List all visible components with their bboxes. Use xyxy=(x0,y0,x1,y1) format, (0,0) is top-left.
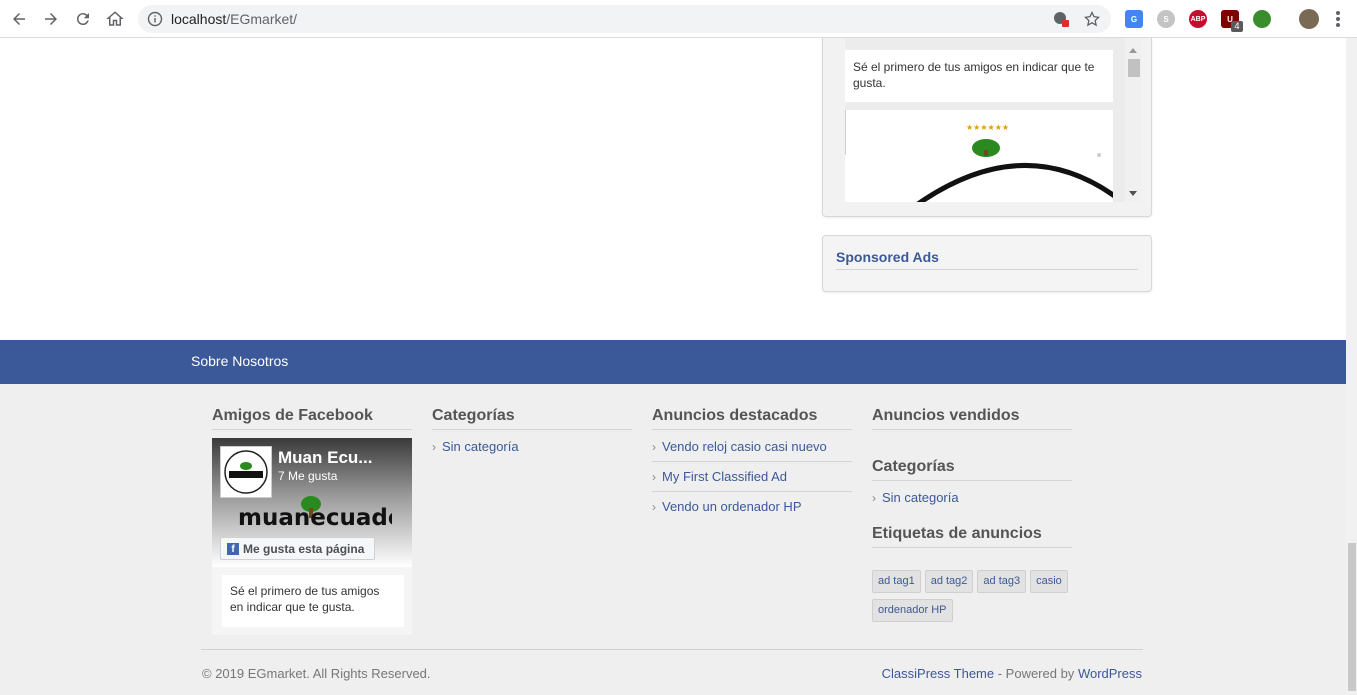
category-link[interactable]: › Sin categoría xyxy=(432,432,632,462)
tag-link[interactable]: ad tag2 xyxy=(924,570,974,593)
facebook-post-image: ★★★★★★ xyxy=(845,110,1113,202)
cover-logo: muanecuador xyxy=(238,496,392,528)
address-bar[interactable]: localhost/EGmarket/ xyxy=(138,5,1111,33)
browser-toolbar: localhost/EGmarket/ G S ABP U 4 xyxy=(0,0,1357,38)
featured-ad-link[interactable]: › Vendo reloj casio casi nuevo xyxy=(652,432,852,462)
back-icon[interactable] xyxy=(7,7,31,31)
like-page-button[interactable]: f Me gusta esta página xyxy=(220,537,375,560)
skype-icon[interactable]: S xyxy=(1157,10,1175,28)
google-translate-icon[interactable]: G xyxy=(1125,10,1143,28)
svg-text:★★★★★★: ★★★★★★ xyxy=(966,123,1009,132)
profile-avatar-icon[interactable] xyxy=(1299,9,1319,29)
tag-cloud: ad tag1 ad tag2 ad tag3 casio ordenador … xyxy=(872,570,1082,628)
footer-tags-title: Etiquetas de anuncios xyxy=(872,513,1072,548)
tag-link[interactable]: casio xyxy=(1030,570,1068,593)
footer-categories2-title: Categorías xyxy=(872,430,1072,481)
footer-nav-bar: Sobre Nosotros xyxy=(0,340,1346,384)
site-info-icon[interactable] xyxy=(147,11,163,27)
forward-icon[interactable] xyxy=(39,7,63,31)
tag-link[interactable]: ordenador HP xyxy=(872,599,953,622)
page-scrollbar-thumb[interactable] xyxy=(1348,543,1356,691)
footer-col-facebook: Amigos de Facebook xyxy=(212,384,412,430)
page-likes: 7 Me gusta xyxy=(278,469,338,483)
wordpress-link[interactable]: WordPress xyxy=(1078,666,1142,681)
facebook-page-plugin[interactable]: Muan Ecu... 7 Me gusta muanecuador f Me … xyxy=(212,438,412,635)
featured-ad-link[interactable]: › My First Classified Ad xyxy=(652,462,852,492)
chevron-right-icon: › xyxy=(432,440,436,454)
sponsored-ads-title: Sponsored Ads xyxy=(836,249,939,265)
page-name[interactable]: Muan Ecu... xyxy=(278,448,372,468)
footer-col-categories: Categorías › Sin categoría xyxy=(432,384,632,462)
facebook-like-prompt: Sé el primero de tus amigos en indicar q… xyxy=(845,50,1113,102)
page-avatar[interactable] xyxy=(220,446,272,498)
facebook-embed-scrollbar[interactable] xyxy=(1125,38,1141,202)
url-text: localhost/EGmarket/ xyxy=(171,11,298,27)
footer-col-sold: Anuncios vendidos Categorías › Sin catego… xyxy=(872,384,1072,548)
credits-text: ClassiPress Theme - Powered by WordPress xyxy=(881,666,1142,681)
like-page-label: Me gusta esta página xyxy=(243,541,365,556)
featured-ad-link[interactable]: › Vendo un ordenador HP xyxy=(652,492,852,522)
facebook-embed-frame[interactable]: Sé el primero de tus amigos en indicar q… xyxy=(845,38,1141,202)
ublock-badge: 4 xyxy=(1231,21,1243,32)
bookmark-star-icon[interactable] xyxy=(1084,11,1100,27)
chevron-right-icon: › xyxy=(872,491,876,505)
facebook-icon: f xyxy=(227,542,239,555)
home-icon[interactable] xyxy=(103,7,127,31)
facebook-plugin-body: Sé el primero de tus amigos en indicar q… xyxy=(212,567,412,635)
sponsored-ads-widget: Sponsored Ads xyxy=(822,235,1152,292)
facebook-like-prompt: Sé el primero de tus amigos en indicar q… xyxy=(222,575,404,627)
divider xyxy=(836,269,1138,270)
footer-featured-title: Anuncios destacados xyxy=(652,384,852,430)
globe-extension-icon[interactable] xyxy=(1253,10,1271,28)
chevron-right-icon: › xyxy=(652,440,656,454)
chevron-right-icon: › xyxy=(652,470,656,484)
category-link[interactable]: › Sin categoría xyxy=(872,483,1072,513)
footer-col-featured: Anuncios destacados › Vendo reloj casio c… xyxy=(652,384,852,522)
chevron-right-icon: › xyxy=(652,500,656,514)
footer-facebook-title: Amigos de Facebook xyxy=(212,384,412,430)
adblock-plus-icon[interactable]: ABP xyxy=(1189,10,1207,28)
facebook-sidebar-widget: Sé el primero de tus amigos en indicar q… xyxy=(822,38,1152,217)
cover-logo-text: muanecuador xyxy=(238,505,392,528)
menu-kebab-icon[interactable] xyxy=(1336,11,1340,27)
translate-page-icon[interactable] xyxy=(1053,11,1069,27)
footer-divider xyxy=(201,649,1143,650)
footer: Amigos de Facebook Muan Ecu... 7 Me gust… xyxy=(0,384,1346,695)
footer-sold-title: Anuncios vendidos xyxy=(872,384,1072,430)
copyright-text: © 2019 EGmarket. All Rights Reserved. xyxy=(202,666,431,681)
footer-categories-title: Categorías xyxy=(432,384,632,430)
tag-link[interactable]: ad tag3 xyxy=(977,570,1027,593)
facebook-cover: Muan Ecu... 7 Me gusta muanecuador f Me … xyxy=(212,438,412,567)
classipress-theme-link[interactable]: ClassiPress Theme xyxy=(882,666,994,681)
footer-link-sobre-nosotros[interactable]: Sobre Nosotros xyxy=(191,353,288,369)
reload-icon[interactable] xyxy=(71,7,95,31)
tag-link[interactable]: ad tag1 xyxy=(872,570,921,593)
page-scrollbar[interactable] xyxy=(1346,38,1357,695)
